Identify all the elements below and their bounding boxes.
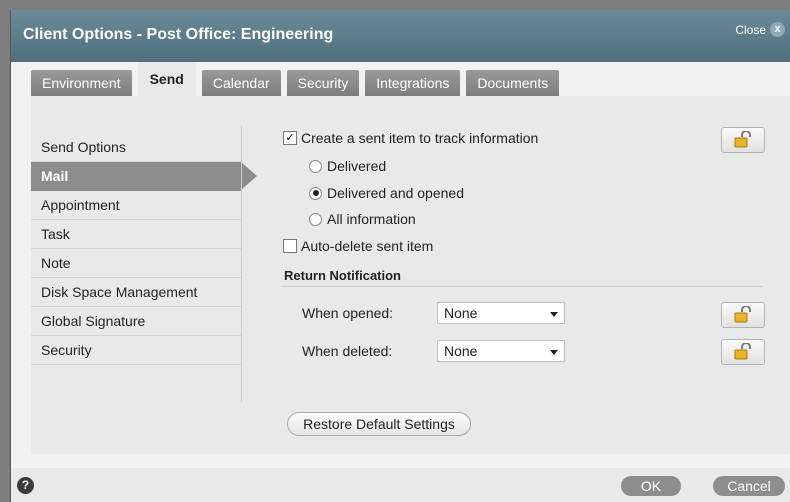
lock-button-sent-item[interactable] (721, 127, 765, 153)
sidebar-nav: Send Options Mail Appointment Task Note … (31, 133, 257, 365)
when-opened-select[interactable]: None (437, 302, 565, 324)
radio-row-delivered-opened: Delivered and opened (309, 185, 464, 201)
ok-button[interactable]: OK (621, 476, 681, 496)
unlocked-padlock-icon (734, 343, 751, 360)
lock-button-when-opened[interactable] (721, 302, 765, 328)
radio-row-all-information: All information (309, 211, 416, 227)
sidebar-item-appointment[interactable]: Appointment (31, 191, 241, 220)
section-divider (281, 286, 763, 287)
when-deleted-value: None (444, 343, 478, 359)
chevron-down-icon (550, 350, 558, 355)
auto-delete-checkbox[interactable] (283, 239, 297, 253)
chevron-down-icon (550, 312, 558, 317)
return-notification-heading: Return Notification (284, 268, 401, 283)
sidebar-item-task[interactable]: Task (31, 220, 241, 249)
radio-delivered-label: Delivered (327, 158, 387, 174)
sidebar-item-security[interactable]: Security (31, 336, 241, 365)
radio-row-delivered: Delivered (309, 158, 386, 174)
when-opened-label: When opened: (302, 305, 394, 321)
radio-all-information[interactable] (309, 212, 322, 226)
lock-button-when-deleted[interactable] (721, 339, 765, 365)
sidebar-item-global-signature[interactable]: Global Signature (31, 307, 241, 336)
tab-security[interactable]: Security (286, 70, 360, 96)
close-label: Close (735, 22, 766, 37)
unlocked-padlock-icon (734, 306, 751, 323)
radio-all-information-label: All information (327, 211, 416, 227)
radio-delivered-and-opened[interactable] (309, 186, 322, 200)
tab-integrations[interactable]: Integrations (365, 70, 461, 96)
create-sent-item-label: Create a sent item to track information (301, 130, 539, 146)
sidebar-item-mail[interactable]: Mail (31, 162, 257, 191)
close-button[interactable]: Close x (735, 22, 785, 37)
tab-environment[interactable]: Environment (31, 70, 132, 96)
dialog-title: Client Options - Post Office: Engineerin… (23, 26, 334, 43)
tab-content-panel: Send Options Mail Appointment Task Note … (31, 96, 790, 454)
sidebar-divider (241, 126, 242, 402)
create-sent-item-row: ✓ Create a sent item to track informatio… (283, 130, 538, 146)
sidebar-item-disk-space-management[interactable]: Disk Space Management (31, 278, 241, 307)
tab-send[interactable]: Send (137, 62, 196, 96)
tab-documents[interactable]: Documents (466, 70, 560, 96)
tab-bar: Environment Send Calendar Security Integ… (31, 62, 565, 96)
auto-delete-label: Auto-delete sent item (301, 238, 434, 254)
sidebar-item-note[interactable]: Note (31, 249, 241, 278)
dialog-titlebar: Client Options - Post Office: Engineerin… (11, 10, 790, 62)
cancel-button[interactable]: Cancel (713, 476, 785, 496)
client-options-dialog: Client Options - Post Office: Engineerin… (10, 10, 790, 502)
dialog-footer: ? OK Cancel (11, 468, 790, 502)
radio-delivered[interactable] (309, 159, 322, 173)
restore-default-settings-button[interactable]: Restore Default Settings (287, 412, 471, 436)
when-deleted-label: When deleted: (302, 343, 393, 359)
create-sent-item-checkbox[interactable]: ✓ (283, 131, 297, 145)
sidebar-item-send-options[interactable]: Send Options (31, 133, 241, 162)
unlocked-padlock-icon (734, 131, 751, 148)
when-deleted-select[interactable]: None (437, 340, 565, 362)
close-icon[interactable]: x (770, 22, 785, 37)
tab-calendar[interactable]: Calendar (201, 70, 281, 96)
radio-delivered-and-opened-label: Delivered and opened (327, 185, 464, 201)
auto-delete-row: Auto-delete sent item (283, 238, 433, 254)
when-opened-value: None (444, 305, 478, 321)
help-icon[interactable]: ? (17, 477, 34, 494)
